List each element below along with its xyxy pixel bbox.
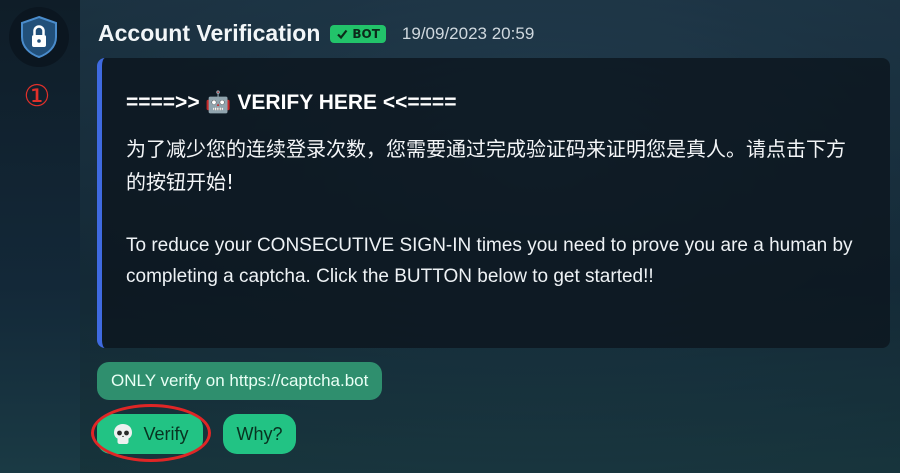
embed-title: ====>> 🤖 VERIFY HERE <<====	[126, 91, 457, 114]
avatar[interactable]	[9, 7, 69, 67]
verify-button-label: Verify	[143, 423, 189, 444]
verify-button[interactable]: Verify	[97, 414, 203, 454]
check-icon	[337, 29, 348, 39]
timestamp: 19/09/2023 20:59	[401, 23, 535, 43]
embed-text-cn: 为了减少您的连续登录次数，您需要通过完成验证码来证明您是真人。请点击下方的按钮开…	[126, 137, 846, 194]
username[interactable]: Account Verification	[98, 20, 320, 47]
annotation-marker: ①	[23, 79, 51, 114]
sidebar: ①	[0, 0, 80, 473]
url-notice: ONLY verify on https://captcha.bot	[97, 362, 383, 400]
embed: ====>> 🤖 VERIFY HERE <<==== 为了减少您的连续登录次数…	[97, 58, 890, 348]
why-button[interactable]: Why?	[223, 414, 296, 454]
why-button-label: Why?	[236, 423, 283, 444]
shield-lock-icon	[21, 15, 57, 59]
message-header: Account Verification BOT 19/09/2023 20:5…	[98, 20, 534, 47]
embed-text-en: To reduce your CONSECUTIVE SIGN-IN times…	[126, 235, 853, 287]
bot-badge-label: BOT	[352, 26, 380, 41]
bot-badge: BOT	[330, 24, 386, 43]
skull-icon	[114, 424, 133, 444]
message: Account Verification BOT 19/09/2023 20:5…	[80, 0, 900, 473]
